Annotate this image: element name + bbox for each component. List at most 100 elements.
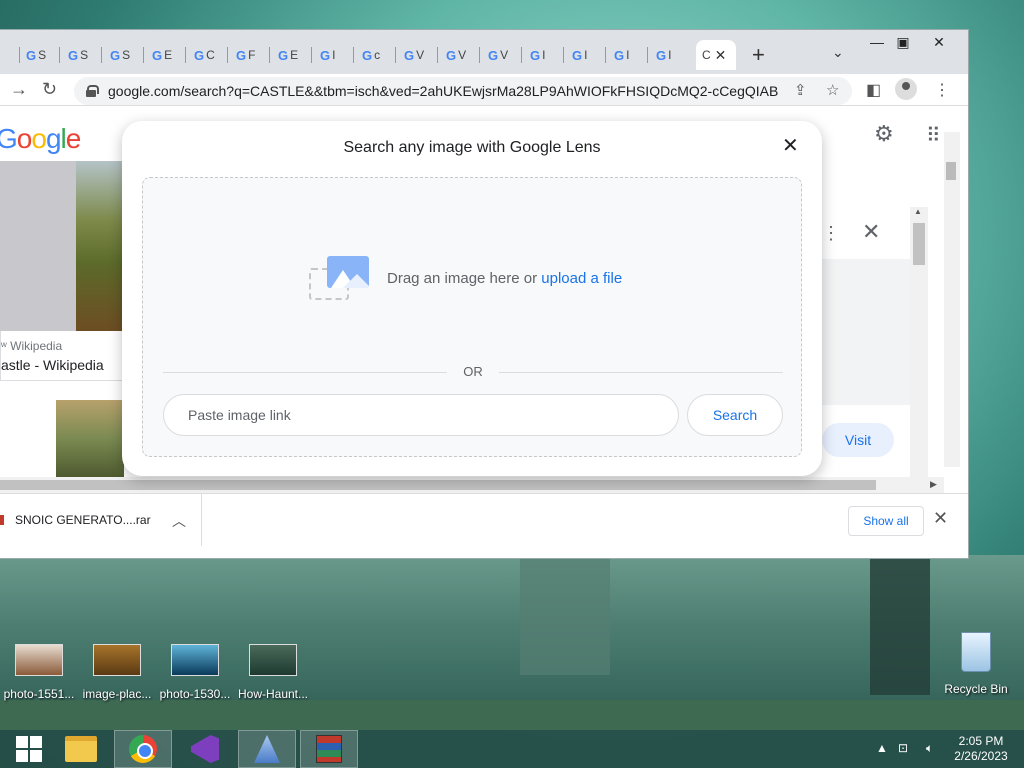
url-text: google.com/search?q=CASTLE&&tbm=isch&ved… [108, 83, 778, 99]
clock-date: 2/26/2023 [954, 749, 1008, 763]
drag-text: Drag an image here or [387, 270, 538, 287]
system-clock[interactable]: 2:05 PM 2/26/2023 [948, 734, 1014, 764]
windows-logo-icon [16, 736, 42, 762]
side-panel-icon[interactable]: ◧ [866, 80, 881, 100]
tab-16[interactable]: GI [650, 40, 690, 70]
tab-11[interactable]: GV [440, 40, 480, 70]
horizontal-scrollbar[interactable]: ▶ [0, 477, 944, 493]
google-logo[interactable]: Google [0, 123, 81, 155]
tab-3[interactable]: GS [104, 40, 144, 70]
image-file-icon [249, 644, 297, 676]
recycle-bin[interactable]: Recycle Bin [940, 632, 1012, 696]
result-caption[interactable]: ʷ Wikipedia astle - Wikipedia [0, 331, 124, 381]
taskbar: ▲ ⊡ 🔈︎ 2:05 PM 2/26/2023 [0, 730, 1024, 768]
start-button[interactable] [0, 730, 58, 768]
tab-label: E [290, 48, 299, 62]
chrome-icon [129, 735, 157, 763]
google-icon: G [320, 47, 331, 63]
menu-kebab-icon[interactable]: ⋮ [934, 80, 950, 100]
desktop-icon-how-haunt[interactable]: How-Haunt... [234, 640, 312, 701]
tab-13[interactable]: GI [524, 40, 564, 70]
download-item[interactable]: SNOIC GENERATO....rar ︿ [0, 494, 202, 546]
lock-icon[interactable] [86, 85, 99, 97]
tab-12[interactable]: GV [482, 40, 522, 70]
tab-6[interactable]: GF [230, 40, 270, 70]
desktop-icon-label: image-plac... [82, 687, 152, 701]
image-upload-icon [309, 256, 369, 300]
google-icon: G [278, 47, 289, 63]
chrome-taskbar-button[interactable] [114, 730, 172, 768]
tab-9[interactable]: Gc [356, 40, 396, 70]
google-lens-dialog: Search any image with Google Lens ✕ Drag… [122, 121, 822, 476]
app-taskbar-button[interactable] [238, 730, 296, 768]
result-image-castle[interactable] [76, 161, 124, 331]
apps-grid-icon[interactable]: ⠿ [926, 123, 941, 148]
lens-search-button[interactable]: Search [687, 394, 783, 436]
preview-scrollbar[interactable]: ▲ ▼ [910, 207, 928, 503]
omnibox[interactable]: google.com/search?q=CASTLE&&tbm=isch&ved… [74, 77, 852, 105]
volume-icon[interactable]: 🔈︎ [926, 741, 933, 756]
chevron-up-icon[interactable]: ︿ [172, 511, 186, 531]
tab-label: E [164, 48, 173, 62]
tab-active[interactable]: C ✕ [696, 40, 736, 70]
tab-partial[interactable] [0, 40, 20, 70]
tab-7[interactable]: GE [272, 40, 312, 70]
google-icon: G [110, 47, 121, 63]
tab-2[interactable]: GS [62, 40, 102, 70]
network-icon[interactable]: ⊡ [898, 741, 908, 755]
desktop-icon-photo-1551[interactable]: photo-1551... [0, 640, 78, 701]
close-download-bar-icon[interactable]: ✕ [933, 508, 948, 529]
share-icon[interactable]: ⇪ [794, 81, 807, 99]
google-icon: G [404, 47, 415, 63]
scroll-up-arrow-icon[interactable]: ▲ [914, 207, 922, 216]
upload-file-link[interactable]: upload a file [541, 270, 622, 287]
bookmark-star-icon[interactable]: ☆ [826, 81, 839, 99]
show-hidden-icons-arrow[interactable]: ▲ [876, 741, 888, 755]
tab-strip: GS GS GS GE GC GF GE GI Gc GV GV GV GI G… [0, 30, 968, 74]
winrar-taskbar-button[interactable] [300, 730, 358, 768]
file-explorer-button[interactable] [52, 730, 110, 768]
close-preview-icon[interactable]: ✕ [862, 219, 880, 245]
settings-gear-icon[interactable]: ⚙ [874, 121, 894, 147]
maximize-button[interactable]: ▣ [888, 34, 918, 51]
tab-8[interactable]: GI [314, 40, 354, 70]
scroll-right-arrow-icon[interactable]: ▶ [930, 479, 937, 490]
visit-button[interactable]: Visit [822, 423, 894, 457]
paste-image-link-input[interactable] [163, 394, 679, 436]
image-drop-zone[interactable]: Drag an image here or upload a file OR S… [142, 177, 802, 457]
reload-icon[interactable]: ↻ [42, 79, 57, 100]
tab-4[interactable]: GE [146, 40, 186, 70]
wallpaper-castle [520, 555, 610, 675]
close-tab-icon[interactable]: ✕ [715, 47, 727, 64]
result-image-landscape[interactable] [56, 400, 124, 477]
new-tab-button[interactable]: + [752, 42, 765, 68]
page-scrollbar[interactable] [944, 132, 960, 467]
show-all-button[interactable]: Show all [848, 506, 924, 536]
visual-studio-button[interactable] [176, 730, 234, 768]
google-icon: G [446, 47, 457, 63]
scroll-thumb[interactable] [913, 223, 925, 265]
close-lens-icon[interactable]: ✕ [782, 133, 799, 158]
tab-label: C [702, 48, 711, 62]
wallpaper-ground [0, 700, 1024, 730]
desktop-icon-photo-1530[interactable]: photo-1530... [156, 640, 234, 701]
google-icon: G [656, 47, 667, 63]
tab-5[interactable]: GC [188, 40, 228, 70]
forward-icon[interactable]: → [10, 79, 28, 100]
more-options-icon[interactable]: ⋮ [822, 223, 840, 244]
tab-15[interactable]: GI [608, 40, 648, 70]
horizontal-scroll-thumb[interactable] [0, 480, 876, 490]
tab-search-chevron-icon[interactable]: ⌄ [832, 44, 844, 61]
close-window-button[interactable]: ✕ [924, 34, 954, 51]
preview-image-area [822, 259, 910, 405]
tab-10[interactable]: GV [398, 40, 438, 70]
address-bar-row: → ↻ google.com/search?q=CASTLE&&tbm=isch… [0, 74, 968, 106]
result-source-text: Wikipedia [10, 339, 63, 353]
tab-14[interactable]: GI [566, 40, 606, 70]
preview-panel: ⋮ ✕ Visit [822, 207, 910, 477]
result-title: astle - Wikipedia [1, 357, 104, 373]
tab-1[interactable]: GS [20, 40, 60, 70]
profile-avatar[interactable] [895, 78, 917, 100]
desktop-icon-image-plac[interactable]: image-plac... [78, 640, 156, 701]
result-image[interactable] [0, 161, 76, 331]
